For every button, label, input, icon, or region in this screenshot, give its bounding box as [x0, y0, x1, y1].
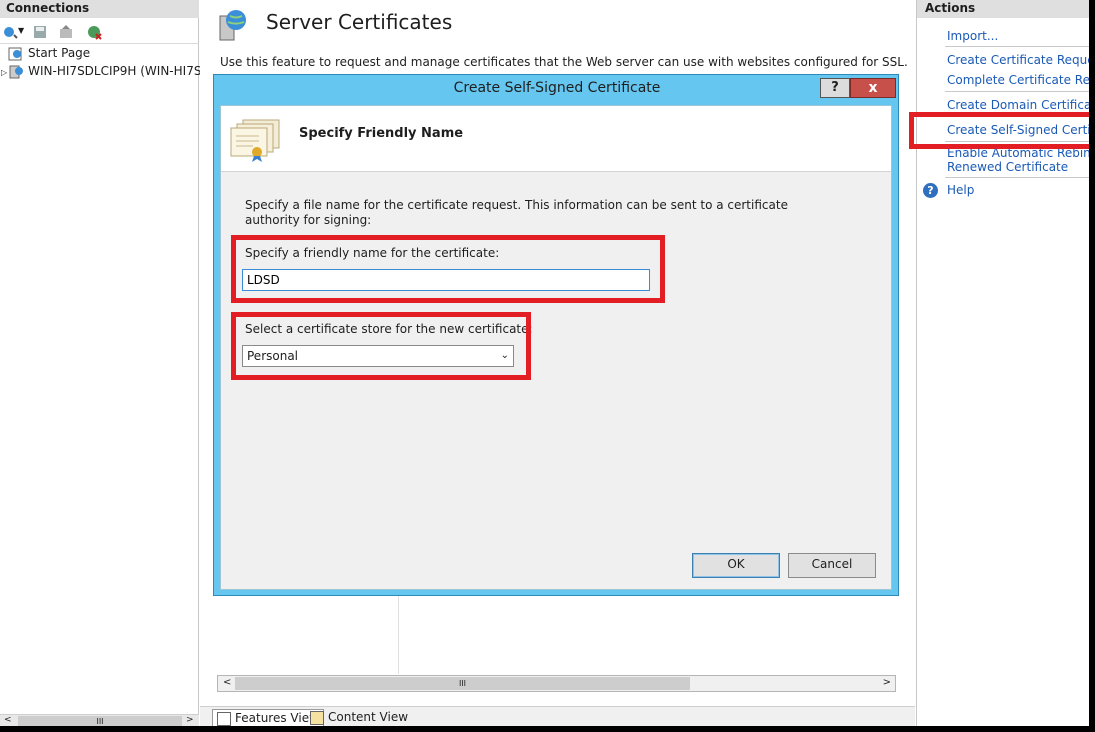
tab-content-view[interactable]: Content View	[310, 710, 408, 725]
separator	[945, 177, 1089, 178]
tree-item-server[interactable]: ▷ WIN-HI7SDLCIP9H (WIN-HI7S	[1, 64, 201, 81]
connections-scrollbar[interactable]: < III >	[0, 714, 199, 726]
action-complete-certificate-request[interactable]: Complete Certificate Request...	[947, 73, 1089, 87]
column-divider	[398, 596, 399, 674]
action-import[interactable]: Import...	[947, 29, 998, 43]
tab-label: Features View	[235, 711, 319, 725]
highlight-box-self-signed-action	[909, 112, 1089, 149]
cancel-button[interactable]: Cancel	[788, 553, 876, 578]
connections-header: Connections	[0, 0, 199, 18]
scroll-left-icon[interactable]: <	[4, 715, 12, 725]
tree-item-start-page[interactable]: Start Page	[8, 46, 90, 63]
scroll-right-icon[interactable]: >	[883, 677, 891, 688]
highlight-box-friendly-name	[231, 235, 665, 303]
connections-pane: Connections ▼ Start Page ▷ WIN-HI7SDLCIP9…	[0, 0, 201, 726]
disconnect-icon[interactable]	[86, 24, 102, 40]
dialog-intro-text: Specify a file name for the certificate …	[245, 198, 788, 227]
connect-icon[interactable]	[2, 24, 18, 40]
server-icon	[9, 65, 24, 78]
dialog-title: Create Self-Signed Certificate	[453, 80, 661, 96]
connections-toolbar: ▼	[0, 20, 199, 44]
scroll-thumb[interactable]: III	[18, 716, 182, 726]
action-enable-automatic-rebind-line2[interactable]: Renewed Certificate	[947, 160, 1068, 174]
actions-header: Actions	[917, 0, 1089, 18]
tab-features-view[interactable]: Features View	[212, 709, 324, 726]
scroll-thumb[interactable]: III	[235, 677, 690, 690]
up-icon[interactable]	[58, 24, 74, 40]
dialog-close-button[interactable]: x	[850, 78, 896, 98]
tab-label: Content View	[328, 710, 409, 724]
separator	[945, 91, 1089, 92]
separator	[945, 46, 1089, 47]
content-view-icon	[310, 710, 324, 725]
highlight-box-certificate-store	[231, 312, 531, 380]
save-icon[interactable]	[32, 24, 48, 40]
server-certificates-icon	[219, 10, 246, 41]
scroll-left-icon[interactable]: <	[223, 677, 231, 688]
action-create-domain-certificate[interactable]: Create Domain Certificate...	[947, 98, 1089, 112]
features-view-icon	[217, 711, 231, 726]
view-tabs: Features View Content View	[200, 706, 915, 726]
center-scrollbar[interactable]: < III >	[217, 675, 896, 692]
iis-manager-window: Connections ▼ Start Page ▷ WIN-HI7SDLCIP9…	[0, 0, 1089, 726]
start-page-icon	[8, 47, 22, 60]
page-description: Use this feature to request and manage c…	[220, 55, 908, 69]
dialog-banner: Specify Friendly Name	[221, 106, 891, 172]
action-help[interactable]: Help	[947, 183, 974, 197]
expand-icon[interactable]: ▷	[1, 68, 7, 77]
scroll-right-icon[interactable]: >	[186, 715, 194, 725]
dialog-heading: Specify Friendly Name	[299, 126, 464, 141]
tree-item-label: Start Page	[28, 46, 91, 60]
chevron-down-icon[interactable]: ▼	[18, 26, 24, 35]
certificate-icon	[230, 119, 280, 162]
dialog-help-button[interactable]: ?	[820, 78, 850, 98]
action-create-certificate-request[interactable]: Create Certificate Request...	[947, 53, 1089, 67]
actions-pane: Actions Import... Create Certificate Req…	[916, 0, 1089, 726]
help-icon[interactable]: ?	[923, 183, 938, 198]
page-title: Server Certificates	[266, 10, 453, 34]
ok-button[interactable]: OK	[692, 553, 780, 578]
tree-item-label: WIN-HI7SDLCIP9H (WIN-HI7S	[28, 64, 202, 78]
